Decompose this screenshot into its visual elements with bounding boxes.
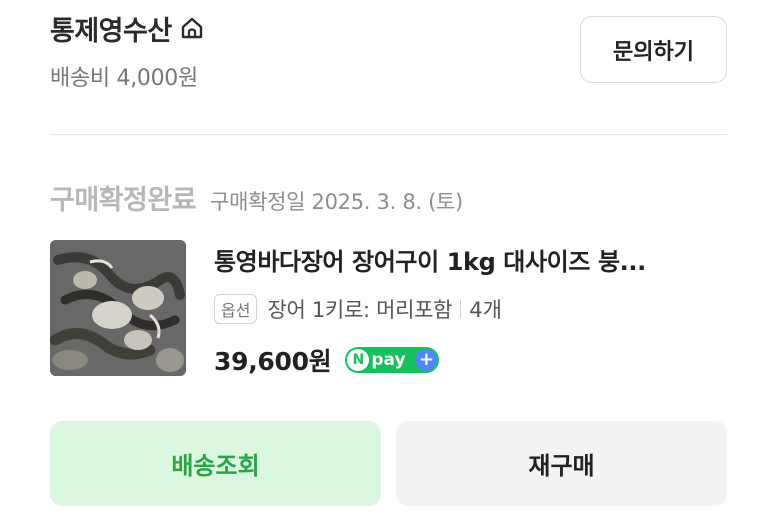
option-row: 옵션 장어 1키로: 머리포함 4개 <box>214 292 502 326</box>
order-card: 통제영수산 배송비 4,000원 문의하기 구매확정완료 구매확정일 2025.… <box>0 0 773 527</box>
option-badge: 옵션 <box>214 294 258 324</box>
price-row: 39,600원 N pay + <box>214 340 440 380</box>
option-text: 장어 1키로: 머리포함 <box>267 298 453 322</box>
store-name-row[interactable]: 통제영수산 <box>50 8 206 48</box>
product-thumbnail[interactable] <box>50 240 186 376</box>
option-quantity: 4개 <box>469 298 502 322</box>
product-price: 39,600원 <box>214 347 332 376</box>
npay-plus-badge: N pay + <box>345 347 440 373</box>
home-icon[interactable] <box>178 14 206 42</box>
npay-label: pay <box>371 350 406 370</box>
option-separator <box>460 300 462 318</box>
store-header: 통제영수산 배송비 4,000원 <box>50 8 206 92</box>
product-title[interactable]: 통영바다장어 장어구이 1kg 대사이즈 붕... <box>214 242 727 277</box>
divider <box>50 134 727 135</box>
shipping-fee: 배송비 4,000원 <box>50 66 198 91</box>
order-status: 구매확정완료 <box>50 185 197 216</box>
order-status-row: 구매확정완료 구매확정일 2025. 3. 8. (토) <box>50 178 463 217</box>
confirm-date: 구매확정일 2025. 3. 8. (토) <box>210 190 463 214</box>
track-delivery-button[interactable]: 배송조회 <box>50 421 381 506</box>
rebuy-button[interactable]: 재구매 <box>396 421 727 506</box>
inquiry-button[interactable]: 문의하기 <box>580 16 727 83</box>
npay-n-icon: N <box>347 349 370 371</box>
store-name[interactable]: 통제영수산 <box>50 9 172 48</box>
npay-plus-icon: + <box>415 349 438 371</box>
